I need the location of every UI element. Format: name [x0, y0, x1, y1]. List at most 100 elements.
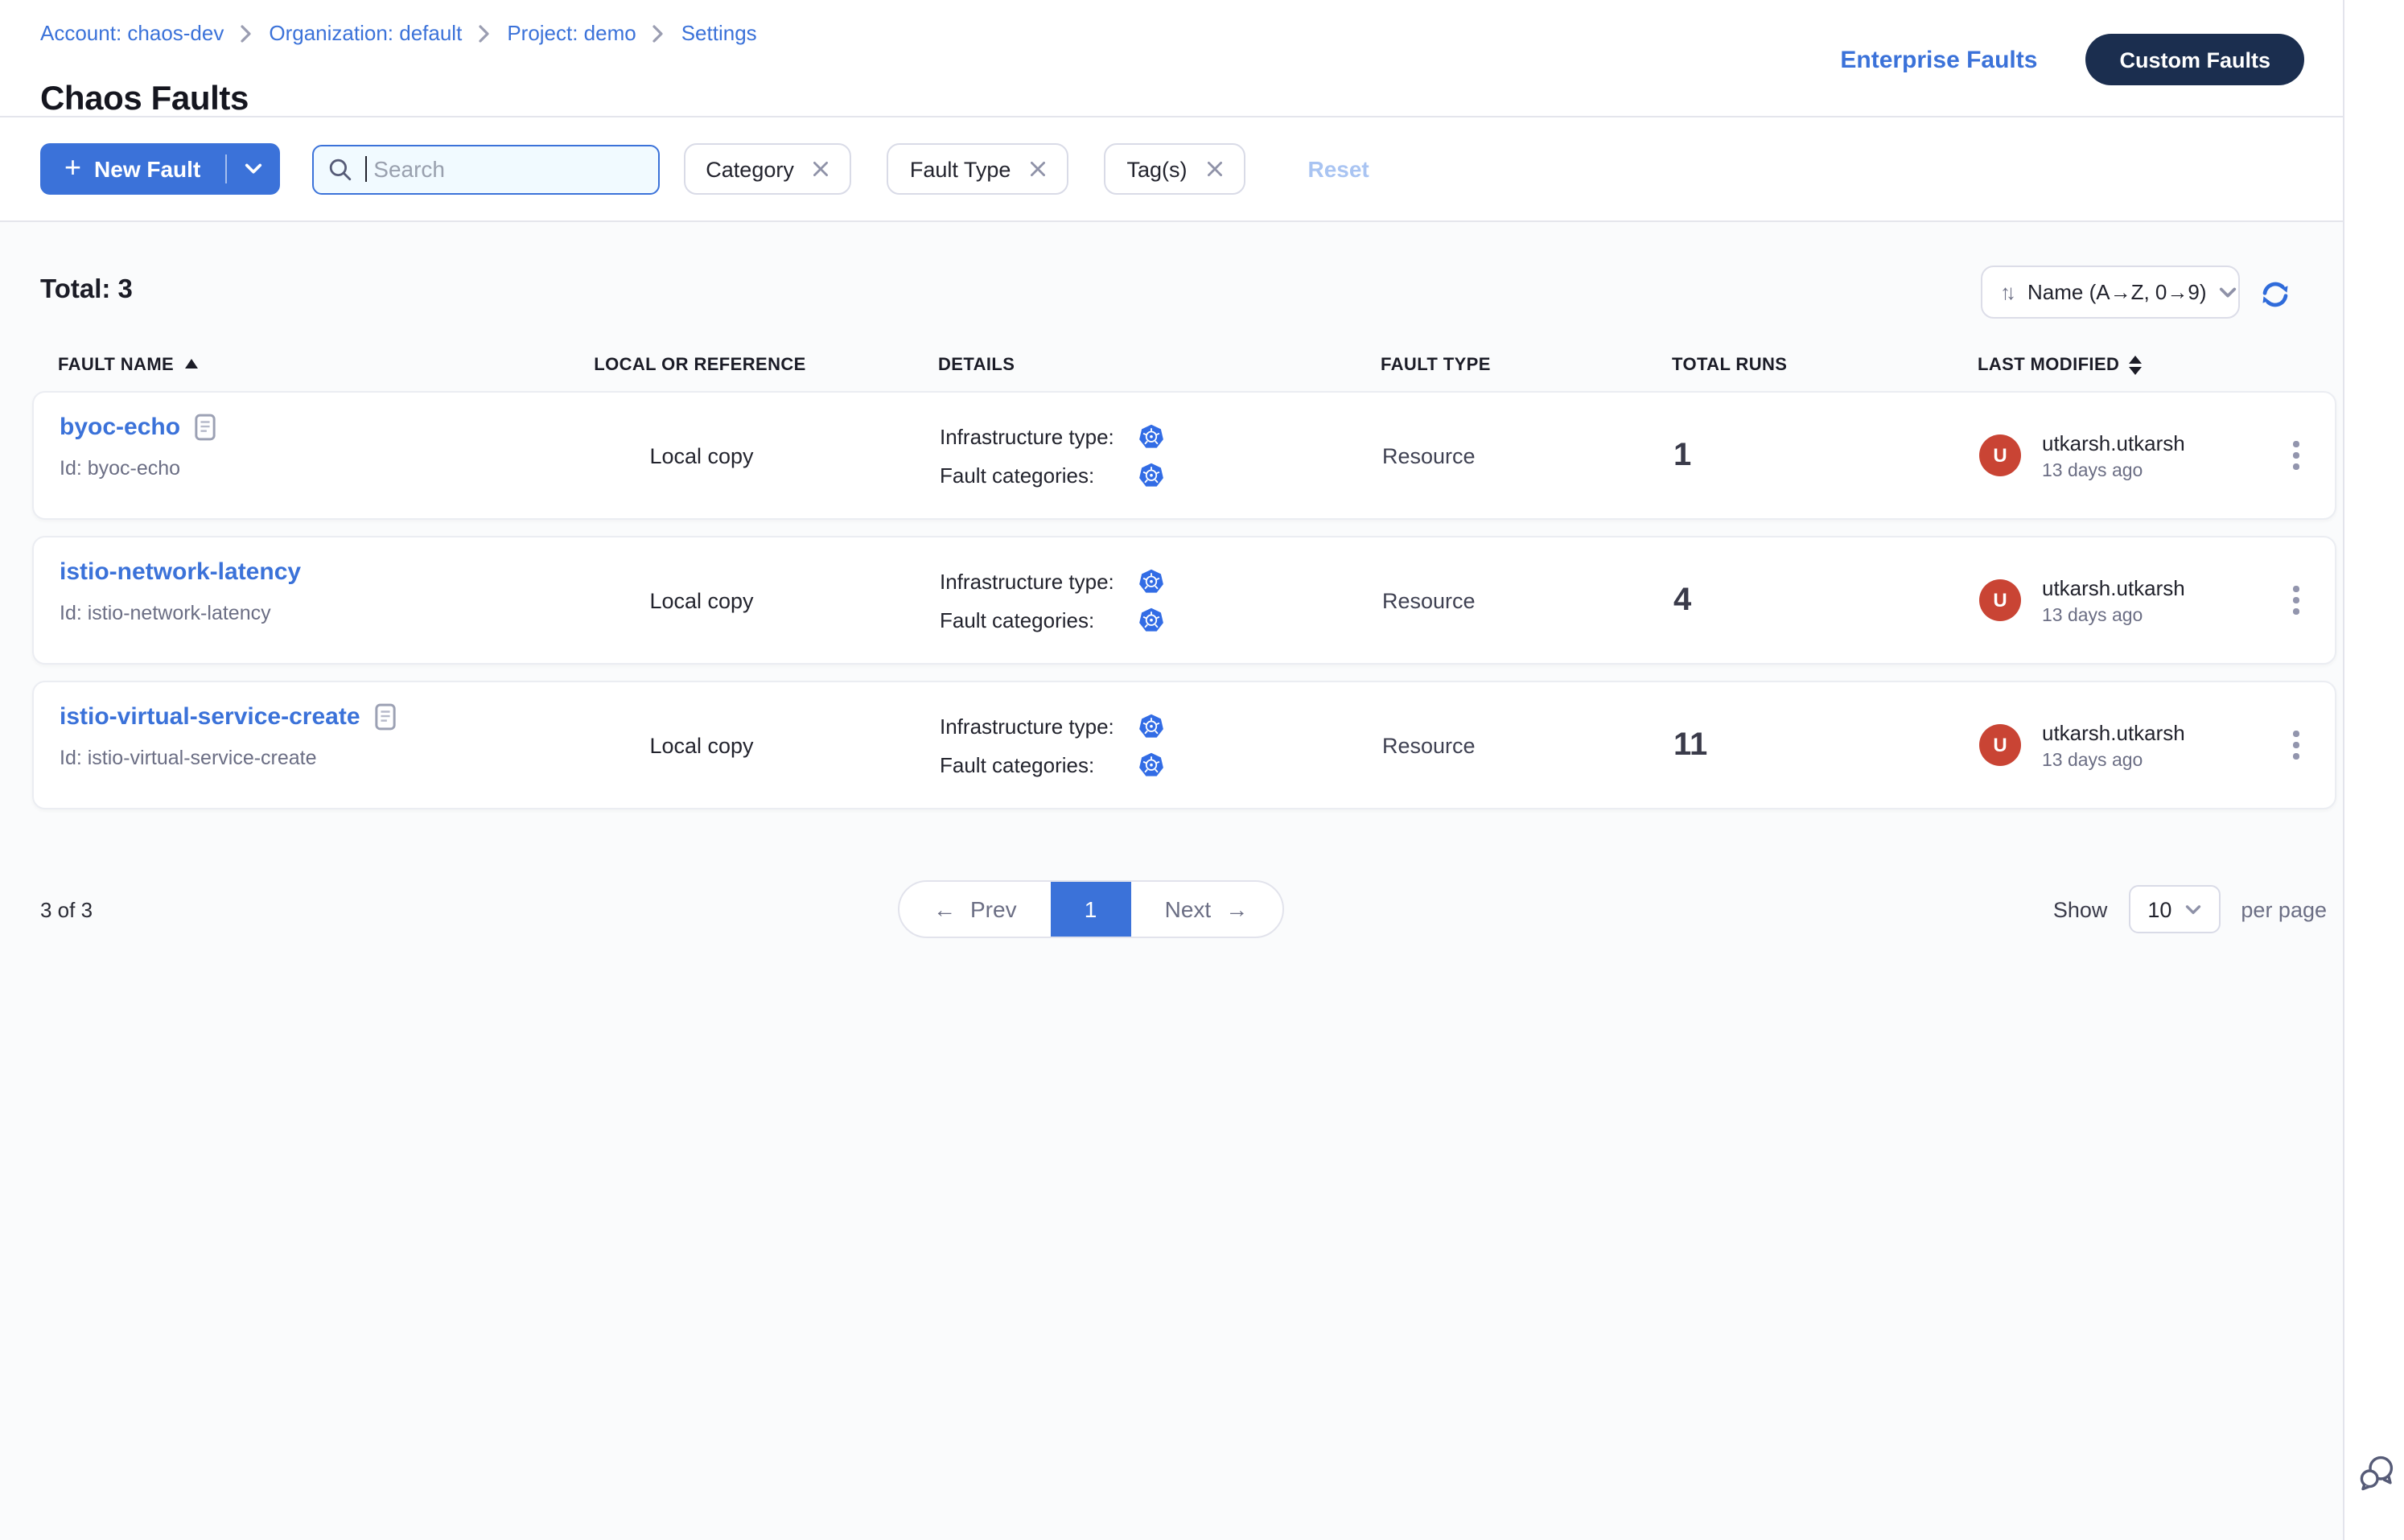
local-or-reference-value: Local copy — [565, 443, 838, 467]
infrastructure-type-label: Infrastructure type: — [940, 424, 1138, 448]
custom-faults-tab[interactable]: Custom Faults — [2085, 34, 2304, 85]
filter-chip-label: Tag(s) — [1126, 157, 1187, 181]
kubernetes-icon — [1138, 751, 1165, 778]
enterprise-faults-tab[interactable]: Enterprise Faults — [1840, 46, 2037, 73]
search-input[interactable] — [370, 154, 643, 183]
table-row[interactable]: istio-network-latency Id: istio-network-… — [32, 536, 2336, 665]
fault-id: Id: byoc-echo — [60, 457, 565, 480]
chevron-down-icon — [2184, 904, 2200, 915]
column-header-fault-type: FAULT TYPE — [1352, 356, 1641, 375]
fault-name-link[interactable]: istio-network-latency — [60, 558, 565, 586]
column-header-details: DETAILS — [837, 356, 1352, 375]
breadcrumb-account[interactable]: Account: chaos-dev — [40, 21, 224, 45]
fault-name-link[interactable]: istio-virtual-service-create — [60, 703, 565, 731]
infrastructure-type-label: Infrastructure type: — [940, 569, 1138, 593]
avatar: U — [1979, 579, 2021, 621]
modified-time: 13 days ago — [2042, 461, 2185, 480]
next-page-button[interactable]: Next → — [1131, 882, 1282, 937]
top-header: Account: chaos-dev Organization: default… — [0, 0, 2344, 117]
breadcrumb-settings[interactable]: Settings — [681, 21, 757, 45]
table-header-row: FAULT NAME LOCAL OR REFERENCE DETAILS FA… — [32, 349, 2336, 391]
page-title: Chaos Faults — [40, 80, 249, 119]
faults-view-switcher: Enterprise Faults Custom Faults — [1840, 34, 2304, 85]
chevron-right-icon — [652, 23, 665, 43]
kubernetes-icon — [1138, 422, 1165, 450]
modified-by: utkarsh.utkarsh — [2042, 575, 2185, 599]
page-size-select[interactable]: 10 — [2128, 885, 2220, 933]
pagination-control: ← Prev 1 Next → — [898, 880, 1283, 938]
refresh-button[interactable] — [2259, 278, 2291, 311]
table-row[interactable]: istio-virtual-service-create Id: istio-v… — [32, 681, 2336, 809]
per-page-label: per page — [2241, 897, 2327, 921]
faults-list-area: Total: 3 ↑↓ Name (A→Z, 0→9) FAULT NAME L… — [0, 222, 2344, 1540]
refresh-icon — [2259, 278, 2291, 311]
sort-selected-label: Name (A→Z, 0→9) — [2027, 280, 2207, 304]
column-header-fault-name[interactable]: FAULT NAME — [32, 356, 563, 375]
fault-type-value: Resource — [1353, 443, 1643, 467]
chat-feedback-button[interactable] — [2357, 1453, 2396, 1492]
close-icon[interactable] — [1030, 161, 1046, 177]
new-fault-dropdown-button[interactable] — [226, 143, 279, 195]
column-header-local-or-reference: LOCAL OR REFERENCE — [563, 356, 837, 375]
faults-table: FAULT NAME LOCAL OR REFERENCE DETAILS FA… — [32, 349, 2336, 826]
fault-details: Infrastructure type: Fault categories: — [838, 712, 1353, 778]
new-fault-split-button[interactable]: + New Fault — [40, 143, 279, 195]
fault-details: Infrastructure type: Fault categories: — [838, 422, 1353, 488]
fault-type-value: Resource — [1353, 588, 1643, 612]
new-fault-label: New Fault — [94, 156, 200, 182]
column-header-total-runs: TOTAL RUNS — [1641, 356, 1915, 375]
table-row[interactable]: byoc-echo Id: byoc-echo Local copy Infra… — [32, 391, 2336, 520]
plus-icon: + — [64, 153, 81, 182]
chevron-right-icon — [240, 23, 253, 43]
chaos-faults-page: Account: chaos-dev Organization: default… — [0, 0, 2404, 1540]
infrastructure-type-label: Infrastructure type: — [940, 714, 1138, 738]
last-modified-cell: U utkarsh.utkarsh 13 days ago — [1916, 720, 2254, 770]
chat-bubbles-icon — [2357, 1453, 2396, 1492]
breadcrumb-organization[interactable]: Organization: default — [269, 21, 462, 45]
row-menu-button[interactable] — [2284, 577, 2309, 624]
page-size-control: Show 10 per page — [2053, 885, 2327, 933]
faults-toolbar: + New Fault Category Fault T — [0, 117, 2344, 222]
filter-chip-category[interactable]: Category — [683, 143, 852, 195]
close-icon[interactable] — [813, 161, 829, 177]
fault-id: Id: istio-virtual-service-create — [60, 747, 565, 769]
text-cursor — [364, 156, 367, 182]
fault-type-value: Resource — [1353, 733, 1643, 757]
reset-filters-button[interactable]: Reset — [1298, 154, 1378, 183]
page-number-button[interactable]: 1 — [1051, 882, 1131, 937]
avatar: U — [1979, 434, 2021, 476]
kubernetes-icon — [1138, 606, 1165, 633]
file-icon — [375, 703, 396, 731]
sort-dropdown[interactable]: ↑↓ Name (A→Z, 0→9) — [1981, 266, 2240, 319]
row-menu-button[interactable] — [2284, 432, 2309, 480]
new-fault-button[interactable]: + New Fault — [40, 143, 224, 195]
fault-name-link[interactable]: byoc-echo — [60, 414, 565, 441]
chevron-right-icon — [478, 23, 491, 43]
row-menu-button[interactable] — [2284, 722, 2309, 769]
fault-categories-label: Fault categories: — [940, 607, 1138, 632]
kubernetes-icon — [1138, 567, 1165, 595]
close-icon[interactable] — [1206, 161, 1222, 177]
total-runs-value: 1 — [1643, 437, 1916, 474]
arrow-right-icon: → — [1225, 896, 1248, 922]
column-header-last-modified[interactable]: LAST MODIFIED — [1915, 356, 2253, 375]
last-modified-cell: U utkarsh.utkarsh 13 days ago — [1916, 575, 2254, 625]
last-modified-cell: U utkarsh.utkarsh 13 days ago — [1916, 430, 2254, 480]
search-field[interactable] — [311, 144, 659, 194]
fault-categories-label: Fault categories: — [940, 752, 1138, 776]
show-label: Show — [2053, 897, 2108, 921]
sort-asc-icon — [185, 359, 198, 369]
breadcrumb-project[interactable]: Project: demo — [507, 21, 636, 45]
sort-arrows-icon: ↑↓ — [2000, 280, 2015, 304]
filter-chip-fault-type[interactable]: Fault Type — [887, 143, 1069, 195]
total-count-label: Total: 3 — [40, 275, 133, 306]
local-or-reference-value: Local copy — [565, 733, 838, 757]
file-icon — [195, 414, 216, 441]
search-icon — [327, 157, 352, 181]
modified-time: 13 days ago — [2042, 751, 2185, 770]
local-or-reference-value: Local copy — [565, 588, 838, 612]
prev-page-button[interactable]: ← Prev — [899, 882, 1051, 937]
filter-chip-label: Fault Type — [910, 157, 1011, 181]
filter-chip-tags[interactable]: Tag(s) — [1104, 143, 1245, 195]
fault-details: Infrastructure type: Fault categories: — [838, 567, 1353, 633]
